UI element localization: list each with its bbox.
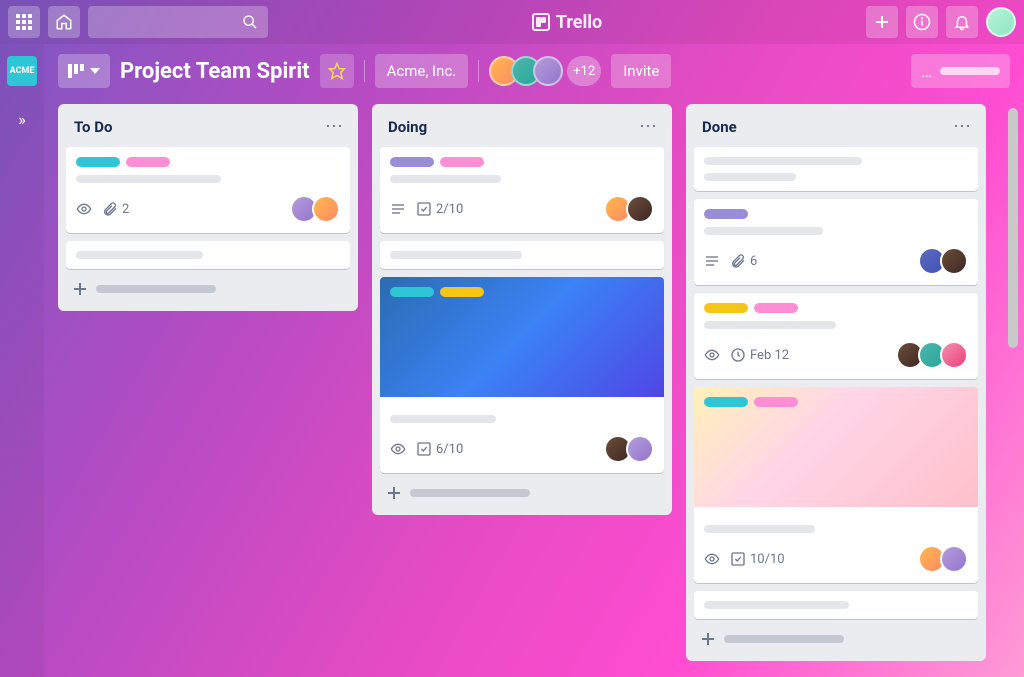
card-label [440,287,484,297]
list-done: Done ⋯ 6 [686,104,986,661]
member-overflow-count[interactable]: +12 [567,56,601,86]
card[interactable]: Feb 12 [694,293,978,379]
attachment-badge: 6 [730,253,757,269]
expand-rail-icon[interactable]: » [18,110,26,129]
list-doing: Doing ⋯ 2/10 [372,104,672,515]
card-avatar [626,435,654,463]
trello-icon [532,13,550,31]
card-label [390,287,434,297]
card-avatar [940,545,968,573]
top-bar: Trello [0,0,1024,44]
plus-icon [72,281,88,297]
plus-icon [700,631,716,647]
add-card-button[interactable] [380,481,664,505]
member-avatar[interactable] [533,56,563,86]
star-icon[interactable] [320,54,354,88]
card[interactable]: 2/10 [380,147,664,233]
card-label [704,303,748,313]
card[interactable] [380,241,664,269]
card-label [126,157,170,167]
card-label [754,397,798,407]
card-label [704,397,748,407]
board-menu-button[interactable]: … [911,54,1010,88]
board-view-switcher[interactable] [58,54,110,88]
card-label [390,157,434,167]
card-label [76,157,120,167]
chevron-down-icon [90,68,100,74]
attachment-badge: 2 [102,201,129,217]
home-icon[interactable] [48,6,80,38]
card[interactable] [66,241,350,269]
due-date-badge: Feb 12 [730,347,789,363]
card[interactable] [694,147,978,191]
ellipsis-icon: … [921,62,932,81]
workspace-rail: ACME » [0,44,44,677]
checklist-badge: 2/10 [416,201,463,217]
notifications-icon[interactable] [946,6,978,38]
info-icon[interactable] [906,6,938,38]
create-button[interactable] [866,6,898,38]
card-avatar [940,341,968,369]
card[interactable]: 2 [66,147,350,233]
checklist-badge: 6/10 [416,441,463,457]
card-cover [380,277,664,397]
divider [478,60,479,82]
team-name[interactable]: Acme, Inc. [375,54,469,88]
checklist-badge: 10/10 [730,551,785,567]
list-menu-icon[interactable]: ⋯ [639,116,658,137]
card[interactable]: 6/10 [380,277,664,473]
board-members[interactable]: +12 [489,56,601,86]
search-icon [242,14,258,30]
card[interactable]: 6 [694,199,978,285]
add-card-button[interactable] [66,277,350,301]
list-title[interactable]: Doing [388,118,427,136]
menu-placeholder [940,67,1000,75]
invite-button[interactable]: Invite [611,54,671,88]
add-card-button[interactable] [694,627,978,651]
list-title[interactable]: To Do [74,118,112,136]
card-avatar [312,195,340,223]
card-avatar [626,195,654,223]
divider [364,60,365,82]
watch-icon [390,441,406,457]
watch-icon [76,201,92,217]
brand-name: Trello [556,12,602,33]
card-avatar [940,247,968,275]
list-todo: To Do ⋯ 2 [58,104,358,311]
board-lists: To Do ⋯ 2 [44,98,1024,677]
description-icon [704,253,720,269]
card[interactable] [694,591,978,619]
workspace-badge[interactable]: ACME [7,56,37,86]
plus-icon [386,485,402,501]
list-menu-icon[interactable]: ⋯ [325,116,344,137]
list-menu-icon[interactable]: ⋯ [953,116,972,137]
card-cover [694,387,978,507]
board-title[interactable]: Project Team Spirit [120,59,310,84]
board-header: Project Team Spirit Acme, Inc. +12 Invit… [44,44,1024,98]
apps-icon[interactable] [8,6,40,38]
watch-icon [704,347,720,363]
vertical-scrollbar[interactable] [1008,108,1018,348]
card[interactable]: 10/10 [694,387,978,583]
card-label [704,209,748,219]
card-label [754,303,798,313]
search-input[interactable] [88,6,268,38]
description-icon [390,201,406,217]
user-avatar[interactable] [986,7,1016,37]
watch-icon [704,551,720,567]
list-title[interactable]: Done [702,118,737,136]
brand-logo: Trello [276,12,858,33]
card-label [440,157,484,167]
